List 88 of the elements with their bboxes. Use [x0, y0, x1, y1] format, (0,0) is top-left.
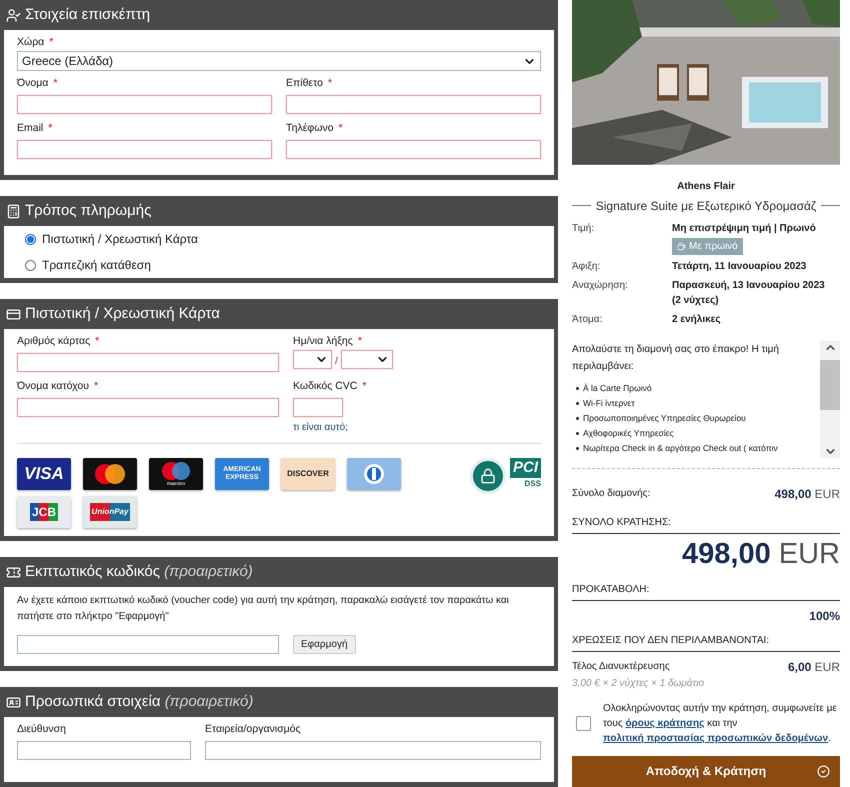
card-logo: VISA [17, 458, 71, 490]
panel-title: Πιστωτική / Χρεωστική Κάρτα [25, 304, 220, 324]
stay-total: 498,00 EUR [774, 486, 840, 503]
card-logo: DISCOVER [281, 458, 335, 490]
fee-amount: 6,00 EUR [788, 658, 840, 676]
radio-button[interactable] [25, 234, 36, 244]
hotel-name: Athens Flair [676, 180, 736, 194]
check-icon [817, 764, 830, 778]
required-mark: * [48, 122, 52, 135]
input-field[interactable] [205, 740, 541, 760]
fee-label: Τέλος Διανυκτέρευσης [572, 660, 670, 674]
date-separator: / [335, 355, 338, 369]
field-label: Κωδικός CVC [293, 380, 358, 393]
required-mark: * [49, 36, 54, 49]
apply-button[interactable]: Εφαρμογή [293, 635, 356, 654]
user-icon [6, 8, 21, 22]
detail-label: Τιμή: [572, 222, 596, 236]
field-label: Τηλέφωνο [286, 122, 334, 135]
id-card-icon [6, 694, 21, 710]
stay-total-label: Σύνολο διαμονής: [572, 487, 650, 502]
dropdown[interactable] [293, 350, 332, 369]
card-logo [83, 458, 137, 490]
panel-title: Εκπτωτικός κωδικός (προαιρετικό) [25, 562, 253, 582]
detail-value: 2 ενήλικες [672, 312, 721, 327]
field-label: Επίθετο [286, 77, 323, 90]
field-label: Ημ/νια λήξης [293, 335, 353, 348]
included-item: Αχθοφορικές Υπηρεσίες [583, 426, 674, 440]
input-field[interactable] [286, 94, 541, 114]
detail-value: Τετάρτη, 11 Ιανουαρίου 2023 [672, 260, 806, 274]
input-field[interactable] [286, 140, 541, 158]
included-item: Νωρίτερα Check in & αργότερο Check out ( κατόπιν [583, 442, 778, 455]
room-title: Signature Suite με Εξωτερικό Υδρομασάζ [596, 198, 816, 215]
scrollbar[interactable] [820, 340, 840, 458]
included-item: Wi-Fi ίντερνετ [583, 396, 635, 410]
detail-label: Άφιξη: [572, 260, 602, 274]
included-item: Προσωποποιημένες Υπηρεσίες Θυρωρείου [583, 412, 746, 425]
input-field[interactable] [17, 94, 272, 114]
voucher-instructions: Αν έχετε κάποιο εκπτωτικό κωδικό (voucher code) για αυτή την κράτηση, παρακαλώ εισάγετέ τον παρακάτω και πατήστε στο πλήκτρο "Εφαρμογή" [17, 594, 510, 624]
booking-total: 498,00 EUR [681, 536, 840, 572]
panel-title: Προσωπικά στοιχεία (προαιρετικό) [25, 692, 254, 712]
detail-label: Άτομα: [572, 312, 604, 327]
credit-card-icon [6, 306, 21, 322]
field-label: Όνομα [17, 77, 48, 90]
required-mark: * [95, 335, 100, 348]
included-item: À la Carte Πρωινό [583, 382, 652, 395]
required-mark: * [358, 335, 362, 348]
breakfast-badge: Με πρωινό [672, 238, 743, 255]
radio-button[interactable] [25, 260, 36, 270]
voucher-field[interactable] [17, 635, 279, 654]
panel-title: Στοιχεία επισκέπτη [25, 4, 150, 25]
required-mark: * [362, 380, 366, 393]
country-dropdown[interactable]: Greece (Ελλάδα) [17, 51, 541, 71]
input-field[interactable] [17, 352, 279, 372]
privacy-link[interactable]: πολιτική προστασίας προσωπικών δεδομένων [603, 732, 828, 744]
field-label: Χώρα [17, 36, 44, 49]
field-label: Διεύθυνση [17, 723, 66, 736]
input-field[interactable] [17, 398, 279, 416]
description-text: Απολαύστε τη διαμονή σας στο έπακρο! Η τιμή περιλαμβάνει: [572, 342, 780, 374]
terms-link[interactable]: όρους κράτησης [625, 718, 704, 729]
booking-total-label: ΣΥΝΟΛΟ ΚΡΑΤΗΣΗΣ: [572, 514, 840, 534]
field-label: Email [17, 122, 44, 135]
deposit-value: 100% [808, 608, 840, 625]
help-link[interactable]: τι είναι αυτό; [293, 420, 541, 435]
detail-value: Παρασκευή, 13 Ιανουαρίου 2023 (2 νύχτες) [672, 278, 826, 308]
field-label: Όνομα κατόχου [17, 380, 89, 393]
field-label: Αριθμός κάρτας [17, 335, 90, 348]
input-field[interactable] [293, 398, 343, 416]
ssl-badge [470, 458, 506, 494]
panel-title: Τρόπος πληρωμής [25, 200, 152, 221]
required-mark: * [53, 77, 58, 90]
fee-detail: 3,00 € × 2 νύχτες × 1 δωμάτιο [572, 676, 706, 691]
terms-text: Ολοκληρώνοντας αυτήν την κράτηση, συμφωνείτε με τους όρους κράτησης και την πολιτική προστασίας προσωπικών δεδομένων. [603, 702, 838, 746]
input-field[interactable] [17, 140, 272, 158]
required-mark: * [338, 122, 343, 135]
field-label: Εταιρεία/οργανισμός [205, 723, 301, 736]
detail-label: Αναχώρηση: [572, 278, 629, 293]
input-field[interactable] [17, 740, 191, 760]
required-mark: * [328, 77, 332, 90]
ticket-icon [6, 564, 21, 580]
submit-button[interactable]: Αποδοχή & Κράτηση [572, 756, 840, 787]
required-mark: * [94, 380, 98, 393]
extras-label: ΧΡΕΩΣΕΙΣ ΠΟΥ ΔΕΝ ΠΕΡΙΛΑΜΒΑΝΟΝΤΑΙ: [572, 632, 840, 652]
terms-checkbox[interactable] [576, 716, 591, 731]
radio-label: Τραπεζική κατάθεση [42, 257, 151, 274]
card-logo [347, 458, 401, 490]
radio-label: Πιστωτική / Χρεωστική Κάρτα [42, 231, 198, 248]
deposit-label: ΠΡΟΚΑΤΑΒΟΛΗ: [572, 582, 840, 601]
detail-value: Μη επιστρέψιμη τιμή | Πρωινό [672, 222, 816, 236]
